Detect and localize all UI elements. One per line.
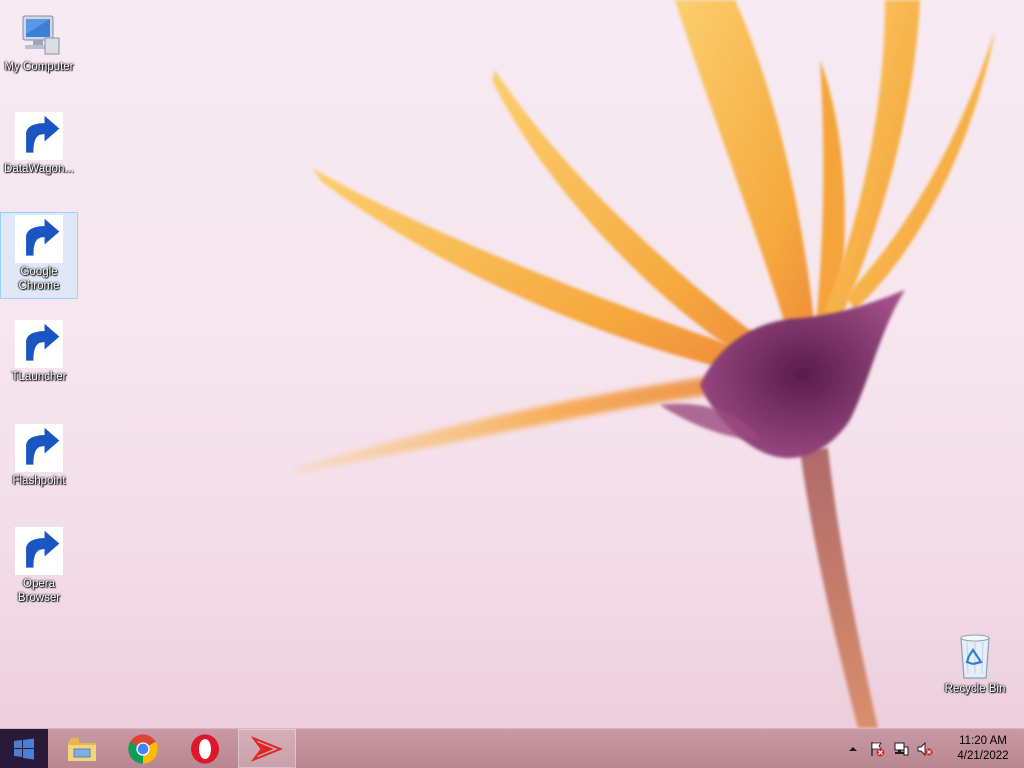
desktop-icon-flashpoint[interactable]: Flashpoint [1,422,77,496]
taskbar-opera-button[interactable] [177,729,233,768]
desktop-icon-google-chrome[interactable]: Google Chrome [0,212,78,299]
folder-icon [68,737,96,761]
computer-icon [15,10,63,58]
taskbar: 11:20 AM 4/21/2022 [0,728,1024,768]
desktop-icon-datawagon[interactable]: DataWagon... [1,110,77,184]
datawagon-icon [15,112,63,160]
desktop-icon-label: Opera Browser [17,578,61,604]
opera-icon [15,527,63,575]
windows-logo-icon [14,738,34,759]
desktop-icon-tlauncher[interactable]: TLauncher [1,318,77,392]
volume-muted-icon[interactable] [914,739,936,759]
desktop-icon-opera-browser[interactable]: Opera Browser [1,525,77,610]
show-hidden-icons-chevron[interactable] [842,739,864,759]
action-center-flag-icon[interactable] [866,739,888,759]
taskbar-chrome-button[interactable] [115,729,171,768]
flashpoint-icon [15,424,63,472]
desktop-icon-label: DataWagon... [4,163,74,175]
desktop-icon-label: My Computer [4,61,74,73]
opera-icon [191,733,219,764]
tlauncher-icon [15,320,63,368]
start-button[interactable] [0,729,48,768]
clock-time: 11:20 AM [959,734,1007,747]
flashpoint-icon [251,735,283,762]
desktop-icon-recycle-bin[interactable]: Recycle Bin [937,630,1013,702]
chrome-icon [15,215,63,263]
taskbar-clock[interactable]: 11:20 AM 4/21/2022 [944,734,1022,764]
network-icon[interactable] [890,739,912,759]
taskbar-flashpoint-button[interactable] [238,729,296,768]
system-tray: 11:20 AM 4/21/2022 [842,729,1024,768]
desktop-icon-label: Google Chrome [18,266,60,292]
taskbar-file-explorer-button[interactable] [54,729,110,768]
chrome-icon [128,733,158,764]
desktop-icon-label: Flashpoint [12,475,66,487]
flower-wallpaper [290,0,995,728]
clock-date: 4/21/2022 [957,749,1009,762]
desktop-icon-my-computer[interactable]: My Computer [1,8,77,82]
desktop-icon-label: TLauncher [11,371,67,383]
recycle-bin-icon [951,632,999,680]
desktop-icon-label: Recycle Bin [944,683,1006,695]
desktop[interactable]: My Computer DataWagon... Google Chrome T… [0,0,1024,728]
